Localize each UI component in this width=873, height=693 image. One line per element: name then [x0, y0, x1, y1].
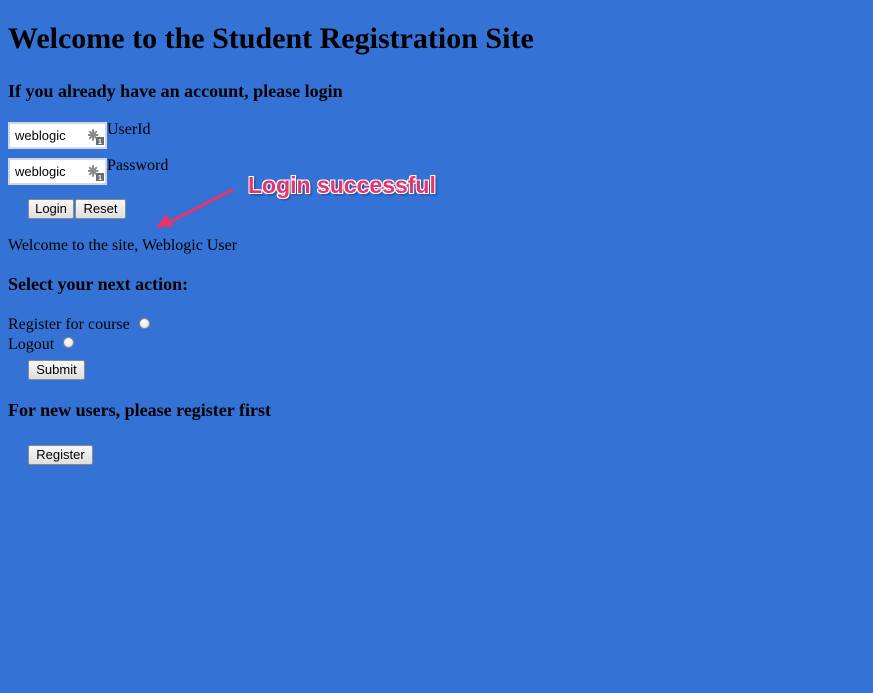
arrow-icon — [156, 188, 234, 228]
key-autofill-icon[interactable]: 1 — [88, 129, 104, 145]
login-button[interactable]: Login — [28, 199, 74, 219]
password-label: Password — [107, 157, 169, 174]
login-successful-annotation: Login successful — [248, 172, 436, 198]
welcome-message: Welcome to the site, Weblogic User — [8, 237, 238, 254]
userid-label: UserId — [107, 121, 151, 138]
reset-button[interactable]: Reset — [75, 199, 126, 219]
register-button[interactable]: Register — [28, 445, 93, 465]
page-title: Welcome to the Student Registration Site — [8, 22, 534, 55]
actions-heading: Select your next action: — [8, 274, 189, 294]
userid-input[interactable]: weblogic 1 — [8, 122, 107, 149]
register-course-label: Register for course — [8, 316, 130, 333]
svg-text:1: 1 — [98, 175, 102, 181]
key-autofill-icon[interactable]: 1 — [88, 165, 104, 181]
password-value: weblogic — [15, 164, 66, 179]
register-course-radio[interactable] — [139, 318, 150, 329]
password-input[interactable]: weblogic 1 — [8, 158, 107, 185]
logout-radio[interactable] — [63, 337, 74, 348]
register-heading: For new users, please register first — [8, 400, 271, 420]
login-heading: If you already have an account, please l… — [8, 81, 343, 101]
userid-value: weblogic — [15, 128, 66, 143]
submit-button[interactable]: Submit — [28, 360, 85, 380]
logout-label: Logout — [8, 336, 55, 353]
svg-text:1: 1 — [98, 139, 102, 145]
